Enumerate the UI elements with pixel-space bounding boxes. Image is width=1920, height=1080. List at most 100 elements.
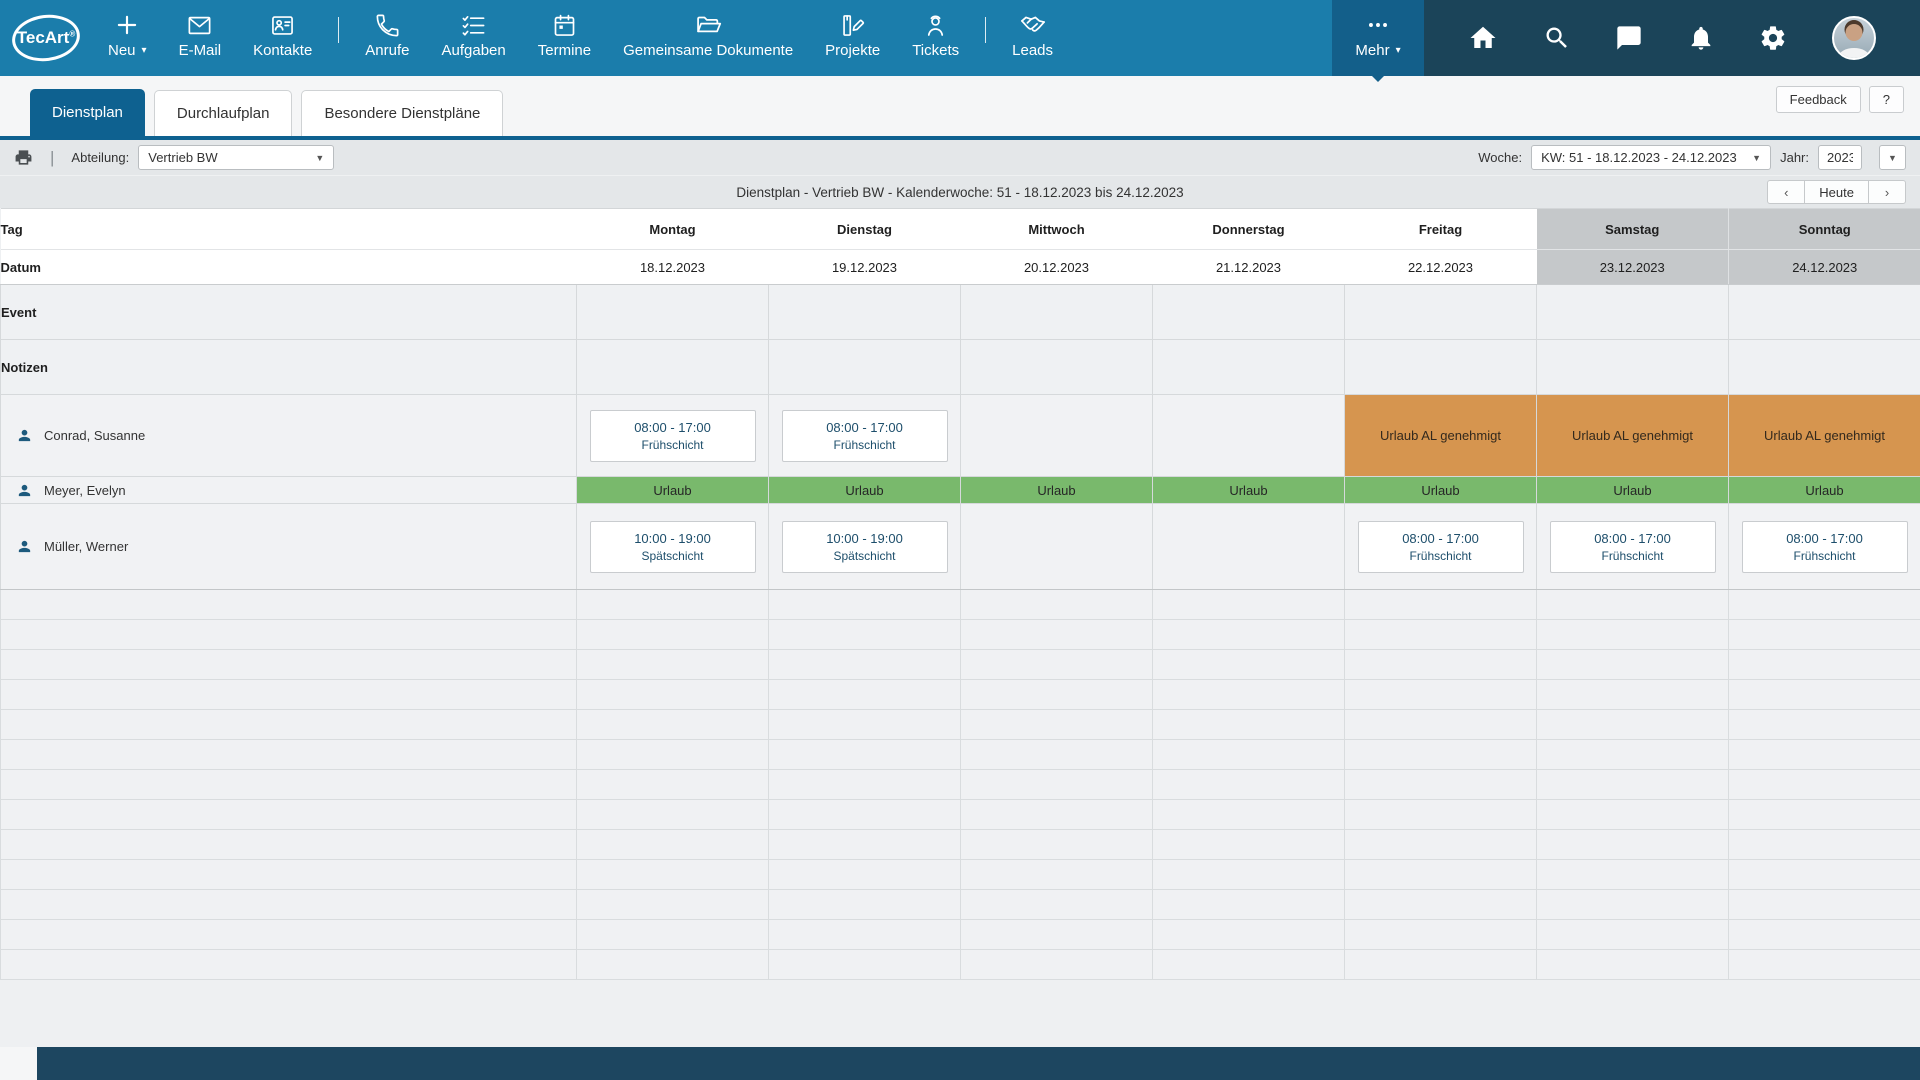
schedule-cell[interactable] xyxy=(1345,680,1537,710)
event-cell[interactable] xyxy=(1729,285,1920,340)
vacation-cell[interactable]: Urlaub xyxy=(1729,477,1920,504)
schedule-cell[interactable] xyxy=(577,620,769,650)
schedule-cell[interactable] xyxy=(1345,590,1537,620)
bell-button[interactable] xyxy=(1687,24,1715,52)
schedule-cell[interactable] xyxy=(1153,800,1345,830)
schedule-cell[interactable] xyxy=(1153,830,1345,860)
schedule-cell[interactable] xyxy=(961,650,1153,680)
event-cell[interactable] xyxy=(769,285,961,340)
schedule-cell[interactable] xyxy=(1729,770,1920,800)
schedule-cell[interactable] xyxy=(1,920,577,950)
schedule-cell[interactable] xyxy=(1153,504,1345,590)
schedule-cell[interactable] xyxy=(961,680,1153,710)
schedule-cell[interactable] xyxy=(769,680,961,710)
notizen-cell[interactable] xyxy=(769,340,961,395)
schedule-cell[interactable] xyxy=(577,740,769,770)
schedule-cell[interactable] xyxy=(1537,590,1729,620)
schedule-cell[interactable] xyxy=(577,920,769,950)
schedule-cell[interactable] xyxy=(1537,800,1729,830)
schedule-cell[interactable] xyxy=(1153,620,1345,650)
schedule-cell[interactable] xyxy=(1153,680,1345,710)
schedule-cell[interactable] xyxy=(1537,680,1729,710)
schedule-cell[interactable] xyxy=(769,830,961,860)
schedule-cell[interactable] xyxy=(577,710,769,740)
schedule-cell[interactable] xyxy=(961,860,1153,890)
schedule-cell[interactable] xyxy=(769,740,961,770)
schedule-cell[interactable] xyxy=(577,830,769,860)
schedule-cell[interactable] xyxy=(1345,860,1537,890)
schedule-cell[interactable]: 08:00 - 17:00Frühschicht xyxy=(1345,504,1537,590)
schedule-cell[interactable] xyxy=(1153,710,1345,740)
schedule-cell[interactable] xyxy=(1729,620,1920,650)
schedule-cell[interactable] xyxy=(1153,860,1345,890)
schedule-cell[interactable] xyxy=(1537,770,1729,800)
more-menu-button[interactable]: Mehr▾ xyxy=(1332,0,1424,76)
schedule-cell[interactable] xyxy=(961,620,1153,650)
schedule-cell[interactable] xyxy=(1345,620,1537,650)
schedule-cell[interactable]: 08:00 - 17:00Frühschicht xyxy=(769,395,961,477)
print-button[interactable] xyxy=(14,148,33,167)
schedule-cell[interactable] xyxy=(769,800,961,830)
event-cell[interactable] xyxy=(961,285,1153,340)
tab-besondere-dienstplaene[interactable]: Besondere Dienstpläne xyxy=(301,90,503,136)
nav-item-kontakte[interactable]: Kontakte xyxy=(237,0,328,76)
schedule-cell[interactable] xyxy=(1537,650,1729,680)
schedule-cell[interactable] xyxy=(1153,920,1345,950)
schedule-cell[interactable]: 08:00 - 17:00Frühschicht xyxy=(1537,504,1729,590)
schedule-cell[interactable] xyxy=(769,710,961,740)
vacation-approved-cell[interactable]: Urlaub AL genehmigt xyxy=(1729,395,1920,477)
schedule-cell[interactable] xyxy=(1,680,577,710)
jahr-dropdown-button[interactable]: ▼ xyxy=(1879,145,1906,170)
today-button[interactable]: Heute xyxy=(1804,180,1869,204)
schedule-cell[interactable] xyxy=(1,740,577,770)
schedule-cell[interactable] xyxy=(1,860,577,890)
event-cell[interactable] xyxy=(577,285,769,340)
vacation-cell[interactable]: Urlaub xyxy=(769,477,961,504)
event-cell[interactable] xyxy=(1153,285,1345,340)
schedule-cell[interactable]: 10:00 - 19:00Spätschicht xyxy=(769,504,961,590)
schedule-cell[interactable] xyxy=(961,710,1153,740)
schedule-cell[interactable] xyxy=(1729,740,1920,770)
schedule-cell[interactable] xyxy=(769,620,961,650)
schedule-cell[interactable] xyxy=(961,920,1153,950)
vacation-cell[interactable]: Urlaub xyxy=(577,477,769,504)
schedule-cell[interactable] xyxy=(1537,890,1729,920)
nav-item-e-mail[interactable]: E-Mail xyxy=(163,0,238,76)
schedule-cell[interactable] xyxy=(1345,920,1537,950)
schedule-cell[interactable] xyxy=(1537,710,1729,740)
schedule-cell[interactable] xyxy=(1153,740,1345,770)
schedule-cell[interactable] xyxy=(1729,710,1920,740)
previous-week-button[interactable]: ‹ xyxy=(1767,180,1805,204)
nav-item-termine[interactable]: Termine xyxy=(522,0,607,76)
schedule-cell[interactable] xyxy=(1537,860,1729,890)
schedule-cell[interactable] xyxy=(1,830,577,860)
tecart-logo[interactable]: TecArt® xyxy=(0,0,92,76)
notizen-cell[interactable] xyxy=(1345,340,1537,395)
nav-item-gemeinsame-dokumente[interactable]: Gemeinsame Dokumente xyxy=(607,0,809,76)
event-cell[interactable] xyxy=(1537,285,1729,340)
notizen-cell[interactable] xyxy=(961,340,1153,395)
shift-entry[interactable]: 08:00 - 17:00Frühschicht xyxy=(1550,521,1716,573)
schedule-cell[interactable] xyxy=(1729,890,1920,920)
schedule-cell[interactable] xyxy=(1729,590,1920,620)
schedule-cell[interactable] xyxy=(1153,890,1345,920)
schedule-cell[interactable] xyxy=(1537,740,1729,770)
schedule-cell[interactable] xyxy=(961,395,1153,477)
schedule-cell[interactable] xyxy=(1,800,577,830)
schedule-cell[interactable] xyxy=(769,590,961,620)
schedule-cell[interactable] xyxy=(1537,830,1729,860)
nav-item-projekte[interactable]: Projekte xyxy=(809,0,896,76)
schedule-cell[interactable] xyxy=(1729,860,1920,890)
schedule-cell[interactable] xyxy=(961,504,1153,590)
feedback-button[interactable]: Feedback xyxy=(1776,86,1861,113)
schedule-cell[interactable] xyxy=(1,950,577,980)
tab-dienstplan[interactable]: Dienstplan xyxy=(30,89,145,136)
schedule-cell[interactable] xyxy=(1729,800,1920,830)
schedule-cell[interactable] xyxy=(961,770,1153,800)
nav-item-aufgaben[interactable]: Aufgaben xyxy=(426,0,522,76)
schedule-cell[interactable] xyxy=(1,890,577,920)
schedule-cell[interactable] xyxy=(1729,680,1920,710)
schedule-cell[interactable] xyxy=(769,770,961,800)
schedule-cell[interactable] xyxy=(1345,950,1537,980)
vacation-cell[interactable]: Urlaub xyxy=(1345,477,1537,504)
